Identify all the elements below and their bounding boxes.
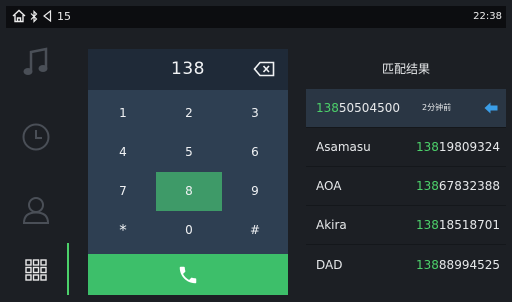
clock: 22:38 xyxy=(473,11,502,22)
nav-dialpad[interactable] xyxy=(6,242,66,296)
bluetooth-icon xyxy=(30,9,38,23)
home-icon[interactable] xyxy=(12,9,26,23)
matches-title: 匹配结果 xyxy=(381,62,430,76)
number-match-part: 138 xyxy=(316,101,339,115)
nav-contacts[interactable] xyxy=(6,182,66,238)
match-number: 13888994525 xyxy=(416,245,500,285)
key-7[interactable]: 7 xyxy=(90,172,156,211)
match-row[interactable]: 13850504500 2分钟前 xyxy=(306,89,506,127)
key-star[interactable]: * xyxy=(90,211,156,250)
dialpad-panel: 138 1 2 3 4 5 6 7 8 9 * 0 # xyxy=(88,49,288,295)
number-rest-part: 67832388 xyxy=(438,179,500,193)
volume-icon xyxy=(42,10,52,22)
number-rest-part: 50504500 xyxy=(338,101,400,115)
number-match-part: 138 xyxy=(416,179,439,193)
match-number: 13867832388 xyxy=(416,167,500,205)
key-5[interactable]: 5 xyxy=(156,133,222,172)
number-rest-part: 18518701 xyxy=(438,218,500,232)
number-rest-part: 88994525 xyxy=(438,258,500,272)
nav-music[interactable] xyxy=(6,34,66,90)
key-0[interactable]: 0 xyxy=(156,211,222,250)
number-rest-part: 19809324 xyxy=(438,140,500,154)
match-row[interactable]: Akira 13818518701 xyxy=(306,206,506,244)
dialpad-grid-icon xyxy=(25,259,47,281)
status-bar: 15 22:38 xyxy=(6,6,506,28)
key-3[interactable]: 3 xyxy=(222,94,288,133)
contact-name: Akira xyxy=(316,218,347,232)
match-row[interactable]: AOA 13867832388 xyxy=(306,167,506,205)
number-match-part: 138 xyxy=(416,258,439,272)
key-1[interactable]: 1 xyxy=(90,94,156,133)
dial-display: 138 xyxy=(88,49,288,90)
person-icon xyxy=(22,197,50,224)
side-nav xyxy=(6,28,70,296)
key-6[interactable]: 6 xyxy=(222,133,288,172)
key-4[interactable]: 4 xyxy=(90,133,156,172)
status-icons: 15 xyxy=(12,9,71,23)
match-row[interactable]: DAD 13888994525 xyxy=(306,245,506,285)
phone-screen: 15 22:38 138 1 2 3 4 5 6 7 8 9 * 0 # 匹配结… xyxy=(6,6,506,296)
call-button[interactable] xyxy=(88,254,288,295)
active-indicator xyxy=(67,243,69,295)
contact-name: AOA xyxy=(316,179,342,193)
contact-name: Asamasu xyxy=(316,140,371,154)
match-number: 13850504500 xyxy=(316,89,400,127)
key-hash[interactable]: # xyxy=(222,211,288,250)
key-8[interactable]: 8 xyxy=(156,172,222,211)
call-time: 2分钟前 xyxy=(422,103,452,112)
number-match-part: 138 xyxy=(416,140,439,154)
key-9[interactable]: 9 xyxy=(222,172,288,211)
phone-icon xyxy=(179,266,197,283)
music-note-icon xyxy=(23,47,48,75)
arrow-left-icon xyxy=(484,102,498,114)
notification-count: 15 xyxy=(57,9,71,23)
key-2[interactable]: 2 xyxy=(156,94,222,133)
backspace-icon[interactable] xyxy=(253,61,275,77)
match-number: 13819809324 xyxy=(416,128,500,166)
clock-icon xyxy=(22,123,50,151)
nav-call-history[interactable] xyxy=(6,109,66,165)
match-number: 13818518701 xyxy=(416,206,500,244)
keypad-grid: 1 2 3 4 5 6 7 8 9 * 0 # xyxy=(88,94,288,250)
contact-name: DAD xyxy=(316,258,343,272)
match-row[interactable]: Asamasu 13819809324 xyxy=(306,128,506,166)
number-match-part: 138 xyxy=(416,218,439,232)
